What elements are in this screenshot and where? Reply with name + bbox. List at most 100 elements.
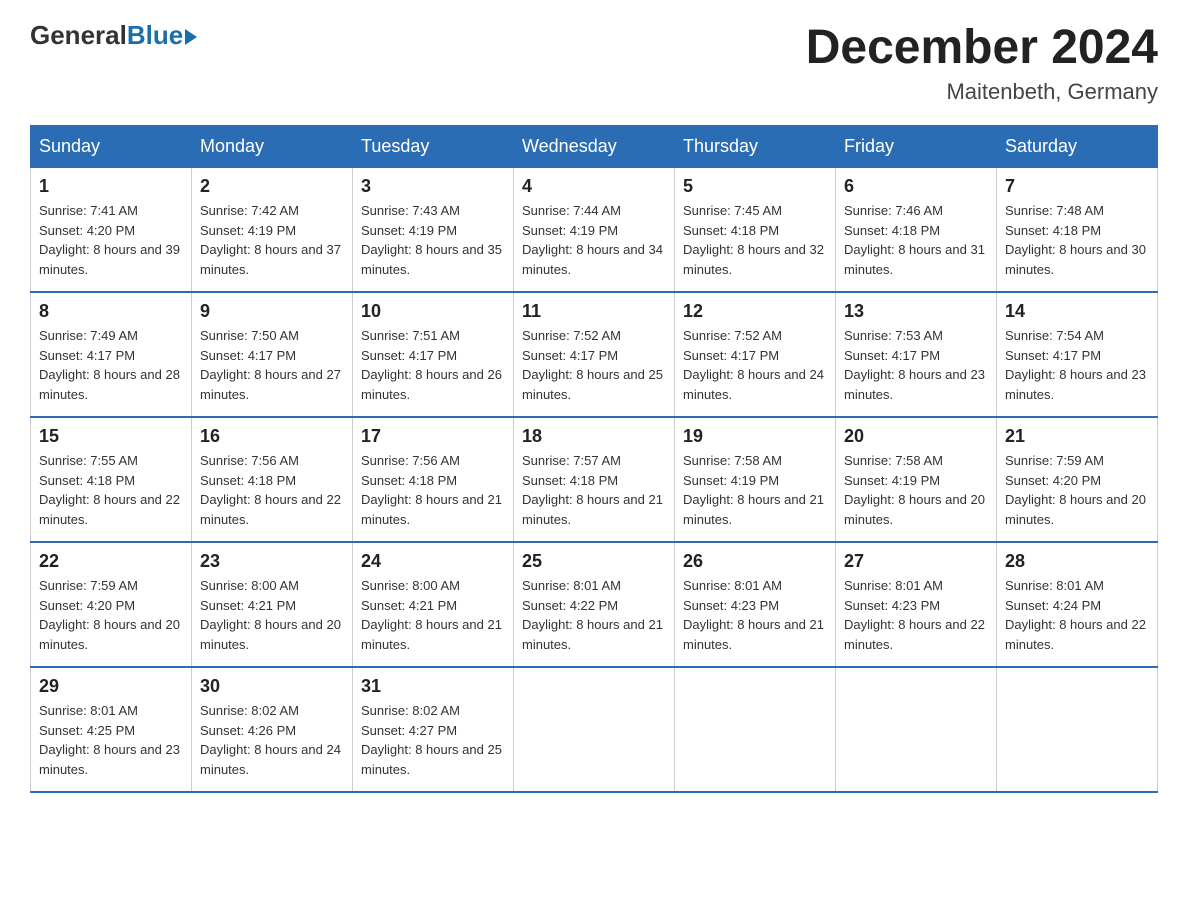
day-info: Sunrise: 7:59 AMSunset: 4:20 PMDaylight:… (1005, 451, 1149, 529)
day-number: 1 (39, 176, 183, 197)
logo-general-text: General (30, 20, 127, 51)
day-number: 3 (361, 176, 505, 197)
day-info: Sunrise: 7:46 AMSunset: 4:18 PMDaylight:… (844, 201, 988, 279)
calendar-cell: 14Sunrise: 7:54 AMSunset: 4:17 PMDayligh… (997, 292, 1158, 417)
day-number: 20 (844, 426, 988, 447)
calendar-cell: 8 Sunrise: 7:49 AMSunset: 4:17 PMDaylight… (31, 292, 192, 417)
day-info: Sunrise: 7:48 AMSunset: 4:18 PMDaylight:… (1005, 201, 1149, 279)
calendar-cell: 1 Sunrise: 7:41 AMSunset: 4:20 PMDaylight… (31, 168, 192, 293)
calendar-cell: 5 Sunrise: 7:45 AMSunset: 4:18 PMDaylight… (675, 168, 836, 293)
day-number: 9 (200, 301, 344, 322)
logo: General Blue (30, 20, 197, 51)
day-number: 27 (844, 551, 988, 572)
calendar-cell (836, 667, 997, 792)
day-number: 12 (683, 301, 827, 322)
day-number: 4 (522, 176, 666, 197)
day-info: Sunrise: 8:01 AMSunset: 4:24 PMDaylight:… (1005, 576, 1149, 654)
day-number: 13 (844, 301, 988, 322)
day-info: Sunrise: 7:54 AMSunset: 4:17 PMDaylight:… (1005, 326, 1149, 404)
day-info: Sunrise: 8:02 AMSunset: 4:26 PMDaylight:… (200, 701, 344, 779)
calendar-week-row: 8 Sunrise: 7:49 AMSunset: 4:17 PMDaylight… (31, 292, 1158, 417)
calendar-table: SundayMondayTuesdayWednesdayThursdayFrid… (30, 125, 1158, 793)
day-info: Sunrise: 7:43 AMSunset: 4:19 PMDaylight:… (361, 201, 505, 279)
calendar-body: 1 Sunrise: 7:41 AMSunset: 4:20 PMDaylight… (31, 168, 1158, 793)
calendar-title: December 2024 (806, 20, 1158, 75)
calendar-cell: 9Sunrise: 7:50 AMSunset: 4:17 PMDaylight… (192, 292, 353, 417)
day-number: 28 (1005, 551, 1149, 572)
header-cell-saturday: Saturday (997, 126, 1158, 168)
day-info: Sunrise: 8:02 AMSunset: 4:27 PMDaylight:… (361, 701, 505, 779)
calendar-cell: 13 Sunrise: 7:53 AMSunset: 4:17 PMDayligh… (836, 292, 997, 417)
day-number: 15 (39, 426, 183, 447)
calendar-cell: 19 Sunrise: 7:58 AMSunset: 4:19 PMDayligh… (675, 417, 836, 542)
calendar-cell: 11Sunrise: 7:52 AMSunset: 4:17 PMDayligh… (514, 292, 675, 417)
day-info: Sunrise: 7:58 AMSunset: 4:19 PMDaylight:… (683, 451, 827, 529)
logo-blue-text: Blue (127, 20, 183, 51)
day-info: Sunrise: 8:01 AMSunset: 4:25 PMDaylight:… (39, 701, 183, 779)
day-info: Sunrise: 8:01 AMSunset: 4:22 PMDaylight:… (522, 576, 666, 654)
day-info: Sunrise: 8:01 AMSunset: 4:23 PMDaylight:… (844, 576, 988, 654)
calendar-cell: 21 Sunrise: 7:59 AMSunset: 4:20 PMDayligh… (997, 417, 1158, 542)
calendar-cell: 26Sunrise: 8:01 AMSunset: 4:23 PMDayligh… (675, 542, 836, 667)
calendar-cell: 2Sunrise: 7:42 AMSunset: 4:19 PMDaylight… (192, 168, 353, 293)
page-header: General Blue December 2024 Maitenbeth, G… (30, 20, 1158, 105)
day-number: 16 (200, 426, 344, 447)
day-number: 31 (361, 676, 505, 697)
calendar-cell: 31 Sunrise: 8:02 AMSunset: 4:27 PMDayligh… (353, 667, 514, 792)
day-info: Sunrise: 7:49 AMSunset: 4:17 PMDaylight:… (39, 326, 183, 404)
calendar-cell: 7 Sunrise: 7:48 AMSunset: 4:18 PMDaylight… (997, 168, 1158, 293)
day-info: Sunrise: 7:51 AMSunset: 4:17 PMDaylight:… (361, 326, 505, 404)
day-number: 24 (361, 551, 505, 572)
day-info: Sunrise: 8:00 AMSunset: 4:21 PMDaylight:… (361, 576, 505, 654)
calendar-cell: 28 Sunrise: 8:01 AMSunset: 4:24 PMDayligh… (997, 542, 1158, 667)
day-info: Sunrise: 7:53 AMSunset: 4:17 PMDaylight:… (844, 326, 988, 404)
header-cell-tuesday: Tuesday (353, 126, 514, 168)
day-number: 17 (361, 426, 505, 447)
calendar-cell: 18 Sunrise: 7:57 AMSunset: 4:18 PMDayligh… (514, 417, 675, 542)
day-info: Sunrise: 7:44 AMSunset: 4:19 PMDaylight:… (522, 201, 666, 279)
calendar-cell: 15 Sunrise: 7:55 AMSunset: 4:18 PMDayligh… (31, 417, 192, 542)
day-info: Sunrise: 7:52 AMSunset: 4:17 PMDaylight:… (683, 326, 827, 404)
calendar-cell: 29Sunrise: 8:01 AMSunset: 4:25 PMDayligh… (31, 667, 192, 792)
day-info: Sunrise: 7:58 AMSunset: 4:19 PMDaylight:… (844, 451, 988, 529)
calendar-week-row: 29Sunrise: 8:01 AMSunset: 4:25 PMDayligh… (31, 667, 1158, 792)
day-number: 21 (1005, 426, 1149, 447)
day-number: 8 (39, 301, 183, 322)
calendar-cell: 25Sunrise: 8:01 AMSunset: 4:22 PMDayligh… (514, 542, 675, 667)
calendar-cell (514, 667, 675, 792)
calendar-cell: 23 Sunrise: 8:00 AMSunset: 4:21 PMDayligh… (192, 542, 353, 667)
calendar-cell: 24 Sunrise: 8:00 AMSunset: 4:21 PMDayligh… (353, 542, 514, 667)
header-cell-friday: Friday (836, 126, 997, 168)
day-info: Sunrise: 7:55 AMSunset: 4:18 PMDaylight:… (39, 451, 183, 529)
day-number: 19 (683, 426, 827, 447)
calendar-cell: 3 Sunrise: 7:43 AMSunset: 4:19 PMDaylight… (353, 168, 514, 293)
calendar-cell (997, 667, 1158, 792)
day-info: Sunrise: 7:57 AMSunset: 4:18 PMDaylight:… (522, 451, 666, 529)
day-number: 18 (522, 426, 666, 447)
calendar-cell: 6 Sunrise: 7:46 AMSunset: 4:18 PMDaylight… (836, 168, 997, 293)
day-info: Sunrise: 7:45 AMSunset: 4:18 PMDaylight:… (683, 201, 827, 279)
calendar-cell: 12 Sunrise: 7:52 AMSunset: 4:17 PMDayligh… (675, 292, 836, 417)
day-info: Sunrise: 7:59 AMSunset: 4:20 PMDaylight:… (39, 576, 183, 654)
header-cell-wednesday: Wednesday (514, 126, 675, 168)
header-cell-sunday: Sunday (31, 126, 192, 168)
header-cell-monday: Monday (192, 126, 353, 168)
day-number: 5 (683, 176, 827, 197)
day-number: 11 (522, 301, 666, 322)
day-info: Sunrise: 8:01 AMSunset: 4:23 PMDaylight:… (683, 576, 827, 654)
calendar-cell (675, 667, 836, 792)
day-info: Sunrise: 8:00 AMSunset: 4:21 PMDaylight:… (200, 576, 344, 654)
day-number: 2 (200, 176, 344, 197)
day-number: 10 (361, 301, 505, 322)
day-info: Sunrise: 7:56 AMSunset: 4:18 PMDaylight:… (361, 451, 505, 529)
day-number: 6 (844, 176, 988, 197)
day-number: 7 (1005, 176, 1149, 197)
calendar-cell: 16Sunrise: 7:56 AMSunset: 4:18 PMDayligh… (192, 417, 353, 542)
title-section: December 2024 Maitenbeth, Germany (806, 20, 1158, 105)
day-number: 30 (200, 676, 344, 697)
day-info: Sunrise: 7:41 AMSunset: 4:20 PMDaylight:… (39, 201, 183, 279)
header-row: SundayMondayTuesdayWednesdayThursdayFrid… (31, 126, 1158, 168)
calendar-cell: 27 Sunrise: 8:01 AMSunset: 4:23 PMDayligh… (836, 542, 997, 667)
day-number: 23 (200, 551, 344, 572)
logo-triangle-icon (185, 29, 197, 45)
